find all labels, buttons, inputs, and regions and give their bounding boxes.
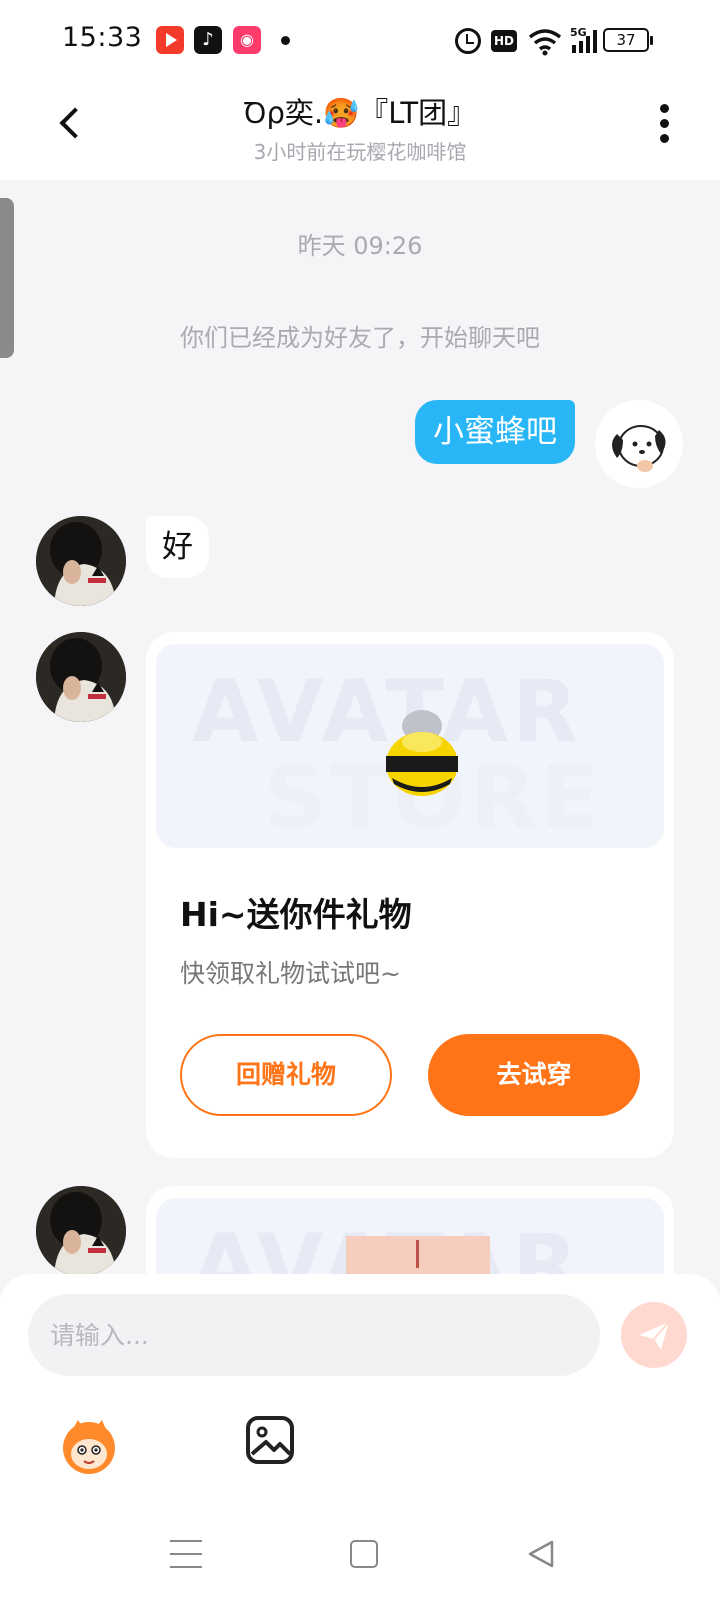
avatar-store-banner: AVATAR STORE — [156, 644, 664, 848]
puppy-avatar-icon — [595, 400, 683, 488]
friend-photo-icon — [36, 516, 126, 606]
chat-header: Ꝺρ奕.🥵『LT团』 3小时前在玩樱花咖啡馆 — [0, 80, 720, 180]
more-icon-dot — [659, 134, 669, 143]
self-avatar[interactable] — [595, 400, 683, 488]
menu-line — [170, 1553, 202, 1555]
chat-subtitle: 3小时前在玩樱花咖啡馆 — [253, 140, 467, 164]
message-input[interactable] — [28, 1294, 600, 1376]
recent-apps-button[interactable] — [170, 1540, 202, 1570]
friend-photo-icon — [36, 1186, 126, 1276]
gift-title: Hi~送你件礼物 — [180, 895, 412, 934]
svg-text:5G: 5G — [570, 26, 587, 39]
notification-dot — [281, 36, 290, 45]
send-icon — [639, 1321, 670, 1350]
status-bar: 15:33 ♪ ◉ HD 5G 37 — [0, 0, 720, 80]
image-icon — [246, 1416, 294, 1464]
more-options-button[interactable] — [654, 102, 674, 148]
friend-photo-icon — [36, 632, 126, 722]
system-message: 你们已经成为好友了，开始聊天吧 — [180, 324, 540, 352]
outgoing-message-bubble[interactable]: 小蜜蜂吧 — [415, 400, 575, 464]
friend-avatar[interactable] — [36, 632, 126, 722]
avatar-emoji-button[interactable] — [56, 1412, 122, 1478]
home-button[interactable] — [350, 1540, 378, 1568]
system-navigation-bar — [0, 1516, 720, 1608]
battery-icon: 37 — [603, 28, 653, 52]
monkey-avatar-icon — [63, 1420, 115, 1474]
hd-icon: HD — [491, 30, 517, 52]
friend-avatar[interactable] — [36, 516, 126, 606]
signal-5g-icon: 5G — [570, 26, 597, 53]
return-gift-button[interactable]: 回赠礼物 — [180, 1034, 392, 1116]
friend-avatar[interactable] — [36, 1186, 126, 1276]
chat-timestamp: 昨天 09:26 — [297, 232, 423, 260]
tiktok-icon: ♪ — [194, 26, 222, 54]
more-icon-dot — [659, 119, 669, 128]
menu-line — [170, 1566, 202, 1568]
gift-description: 快领取礼物试试吧~ — [180, 959, 401, 988]
wifi-icon — [528, 29, 562, 56]
try-on-button[interactable]: 去试穿 — [428, 1034, 640, 1116]
incoming-message-bubble[interactable]: 好 — [146, 516, 209, 578]
menu-line — [170, 1540, 202, 1542]
bee-costume-icon — [386, 710, 458, 796]
more-icon-dot — [659, 104, 669, 113]
video-app-icon — [156, 26, 184, 54]
send-button[interactable] — [621, 1302, 687, 1368]
system-back-button[interactable] — [526, 1538, 556, 1570]
image-picker-button[interactable] — [244, 1414, 296, 1466]
alarm-icon — [455, 28, 481, 54]
gift-card[interactable]: AVATAR STORE Hi~送你件礼物 快领取礼物试试吧~ 回赠礼物 去试穿 — [146, 632, 674, 1158]
kuaishou-icon: ◉ — [233, 26, 261, 54]
status-time: 15:33 — [62, 22, 143, 53]
chat-title: Ꝺρ奕.🥵『LT团』 — [243, 96, 477, 130]
